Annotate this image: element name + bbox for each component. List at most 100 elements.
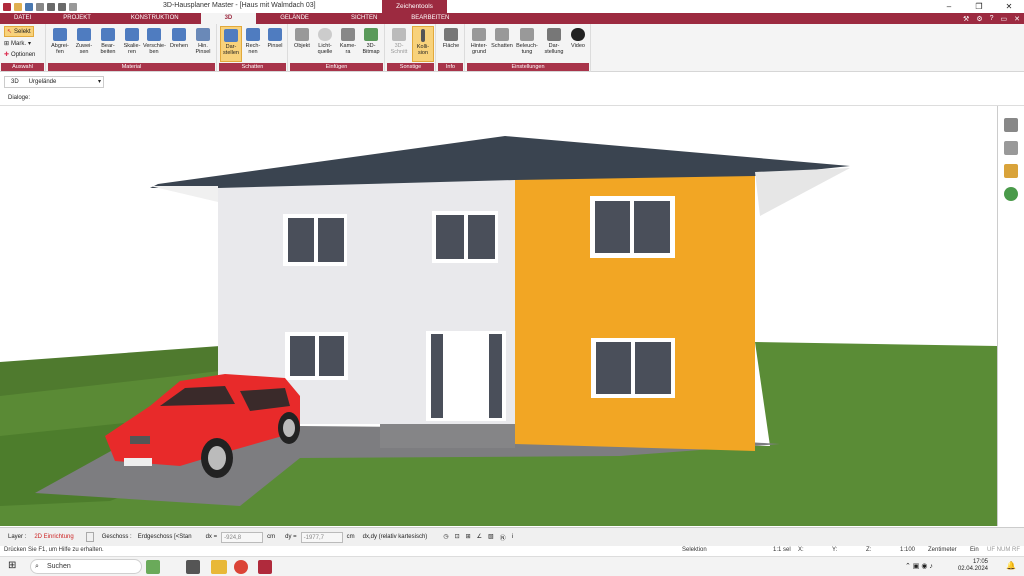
area-icon bbox=[444, 28, 458, 41]
info-bar: Drücken Sie F1, um Hilfe zu erhalten. Se… bbox=[0, 546, 1024, 556]
selekt-button[interactable]: ↖ Selekt bbox=[4, 26, 34, 37]
play-icon bbox=[571, 28, 585, 41]
tab-projekt[interactable]: PROJEKT bbox=[45, 13, 109, 24]
open-folder-icon[interactable] bbox=[14, 2, 22, 11]
tab-konstruktion[interactable]: KONSTRUKTION bbox=[109, 13, 201, 24]
clock[interactable]: 17:05 02.04.2024 bbox=[958, 559, 988, 573]
background-icon bbox=[472, 28, 486, 41]
section-icon bbox=[392, 28, 406, 41]
material-palette-icon[interactable] bbox=[1004, 164, 1018, 178]
shadow-display-icon bbox=[224, 29, 238, 42]
3d-bitmap-button[interactable]: 3D- Bitmap bbox=[360, 26, 382, 62]
darstellung-button[interactable]: Dar- stellung bbox=[543, 26, 565, 62]
widgets-icon[interactable] bbox=[146, 560, 160, 574]
schatten-pinsel-button[interactable]: Pinsel bbox=[264, 26, 286, 62]
layers-icon[interactable] bbox=[1004, 118, 1018, 132]
system-tray-icons[interactable]: ⌃ ▣ ◉ ♪ bbox=[905, 562, 933, 570]
group-label-material: Material bbox=[48, 63, 215, 71]
close-document-icon[interactable]: ✕ bbox=[1014, 15, 1020, 23]
3d-viewport[interactable] bbox=[0, 106, 997, 526]
tab-sichten[interactable]: SICHTEN bbox=[333, 13, 395, 24]
search-icon: ⌕ bbox=[35, 563, 39, 570]
3d-schnitt-button[interactable]: 3D- Schnitt bbox=[388, 26, 410, 62]
close-button[interactable]: ✕ bbox=[994, 0, 1024, 13]
chrome-icon[interactable] bbox=[234, 560, 248, 574]
tab-datei[interactable]: DATEI bbox=[0, 13, 45, 24]
tools-icon[interactable]: ⚒ bbox=[963, 15, 969, 23]
chevron-down-icon[interactable] bbox=[85, 532, 94, 542]
coordinate-mode[interactable]: dx,dy (relativ kartesisch) bbox=[363, 534, 428, 540]
flaeche-button[interactable]: Fläche bbox=[440, 26, 462, 62]
dy-field[interactable]: -1977,7 bbox=[300, 531, 343, 543]
mark-button[interactable]: ⊞ Mark. ▾ bbox=[4, 40, 31, 48]
minimize-ribbon-icon[interactable]: ▭ bbox=[1001, 15, 1008, 23]
hin-pinsel-button[interactable]: Hin. Pinsel bbox=[192, 26, 214, 62]
camera-icon bbox=[341, 28, 355, 41]
dy-label: dy = bbox=[285, 534, 297, 540]
video-button[interactable]: Video bbox=[567, 26, 589, 62]
kamera-button[interactable]: Kame- ra bbox=[337, 26, 359, 62]
move-icon bbox=[147, 28, 161, 41]
question-icon[interactable]: ? bbox=[990, 15, 994, 22]
hausplaner-taskbar-icon[interactable] bbox=[258, 560, 272, 574]
layer-dropdown[interactable]: 3D Urgelände ▾ bbox=[4, 76, 104, 88]
search-box[interactable]: ⌕ Suchen bbox=[30, 559, 142, 574]
bearbeiten-button[interactable]: Bear- beiten bbox=[97, 26, 119, 62]
grid-icon[interactable]: ⊞ bbox=[466, 533, 471, 542]
group-sonstige: 3D- Schnitt Kolli- sion Sonstige bbox=[386, 24, 436, 72]
dx-field[interactable]: -924,8 bbox=[221, 531, 264, 543]
notification-icon[interactable]: 🔔 bbox=[1006, 561, 1016, 570]
darstellen-button[interactable]: Dar- stellen bbox=[220, 26, 242, 62]
group-label-schatten: Schatten bbox=[219, 63, 286, 71]
kollision-button[interactable]: Kolli- sion bbox=[412, 26, 434, 62]
hatch-icon[interactable]: ▧ bbox=[488, 533, 494, 542]
rechnen-button[interactable]: Rech- nen bbox=[242, 26, 264, 62]
chair-icon[interactable] bbox=[1004, 141, 1018, 155]
group-info: Fläche Info bbox=[437, 24, 465, 72]
quick-access-toolbar bbox=[0, 0, 77, 13]
print-icon[interactable] bbox=[36, 2, 44, 11]
settings-icon[interactable] bbox=[69, 2, 77, 11]
layer-value[interactable]: 2D Einrichtung bbox=[34, 534, 73, 540]
skalieren-button[interactable]: Skalie- ren bbox=[121, 26, 143, 62]
tab-3d[interactable]: 3D bbox=[200, 13, 257, 24]
maximize-button[interactable]: ❐ bbox=[964, 0, 994, 13]
lichtquelle-button[interactable]: Licht- quelle bbox=[314, 26, 336, 62]
gear-icon[interactable]: ⚙ bbox=[976, 15, 982, 23]
beleuchtung-button[interactable]: Beleuch- tung bbox=[516, 26, 538, 62]
taskview-icon[interactable] bbox=[186, 560, 200, 574]
dx-label: dx = bbox=[205, 534, 218, 540]
clock-icon[interactable]: ◷ bbox=[443, 533, 448, 542]
snap-icon[interactable]: ⊡ bbox=[455, 533, 460, 542]
calculate-icon bbox=[246, 28, 260, 41]
hintergrund-button[interactable]: Hinter- grund bbox=[468, 26, 490, 62]
context-tab-zeichentools[interactable]: Zeichentools bbox=[382, 0, 447, 13]
rotate-icon bbox=[172, 28, 186, 41]
drehen-button[interactable]: Drehen bbox=[168, 26, 190, 62]
y-coordinate: Y: bbox=[832, 547, 838, 553]
tab-gelaende[interactable]: GELÄNDE bbox=[256, 13, 333, 24]
ribbon: ↖ Selekt ⊞ Mark. ▾ ✚ Optionen Auswahl Abgrei… bbox=[0, 24, 1024, 72]
verschieben-button[interactable]: Verschie- ben bbox=[143, 26, 166, 62]
group-label-info: Info bbox=[438, 63, 463, 71]
redo-icon[interactable] bbox=[58, 2, 66, 11]
info-icon[interactable]: ⅰ bbox=[512, 533, 514, 542]
optionen-button[interactable]: ✚ Optionen bbox=[4, 51, 35, 59]
zuweisen-button[interactable]: Zuwei- sen bbox=[73, 26, 95, 62]
minimize-button[interactable]: – bbox=[934, 0, 964, 13]
undo-icon[interactable] bbox=[47, 2, 55, 11]
layer-dropdown-value: Urgelände bbox=[28, 79, 57, 85]
geschoss-value[interactable]: Erdgeschoss [<Stan bbox=[138, 534, 192, 540]
schatten-einstellung-button[interactable]: Schatten bbox=[491, 26, 513, 62]
eyedropper-icon bbox=[53, 28, 67, 41]
objekt-button[interactable]: Objekt bbox=[291, 26, 313, 62]
north-icon[interactable]: Ⓝ bbox=[500, 533, 506, 542]
collision-icon bbox=[421, 29, 425, 42]
save-icon[interactable] bbox=[25, 2, 33, 11]
abgreifen-button[interactable]: Abgrei- fen bbox=[49, 26, 71, 62]
angle-icon[interactable]: ∠ bbox=[477, 533, 482, 542]
tree-icon[interactable] bbox=[1004, 187, 1018, 201]
windows-start-icon[interactable]: ⊞ bbox=[8, 560, 16, 571]
tab-bearbeiten[interactable]: BEARBEITEN bbox=[395, 13, 465, 24]
brush-icon bbox=[268, 28, 282, 41]
